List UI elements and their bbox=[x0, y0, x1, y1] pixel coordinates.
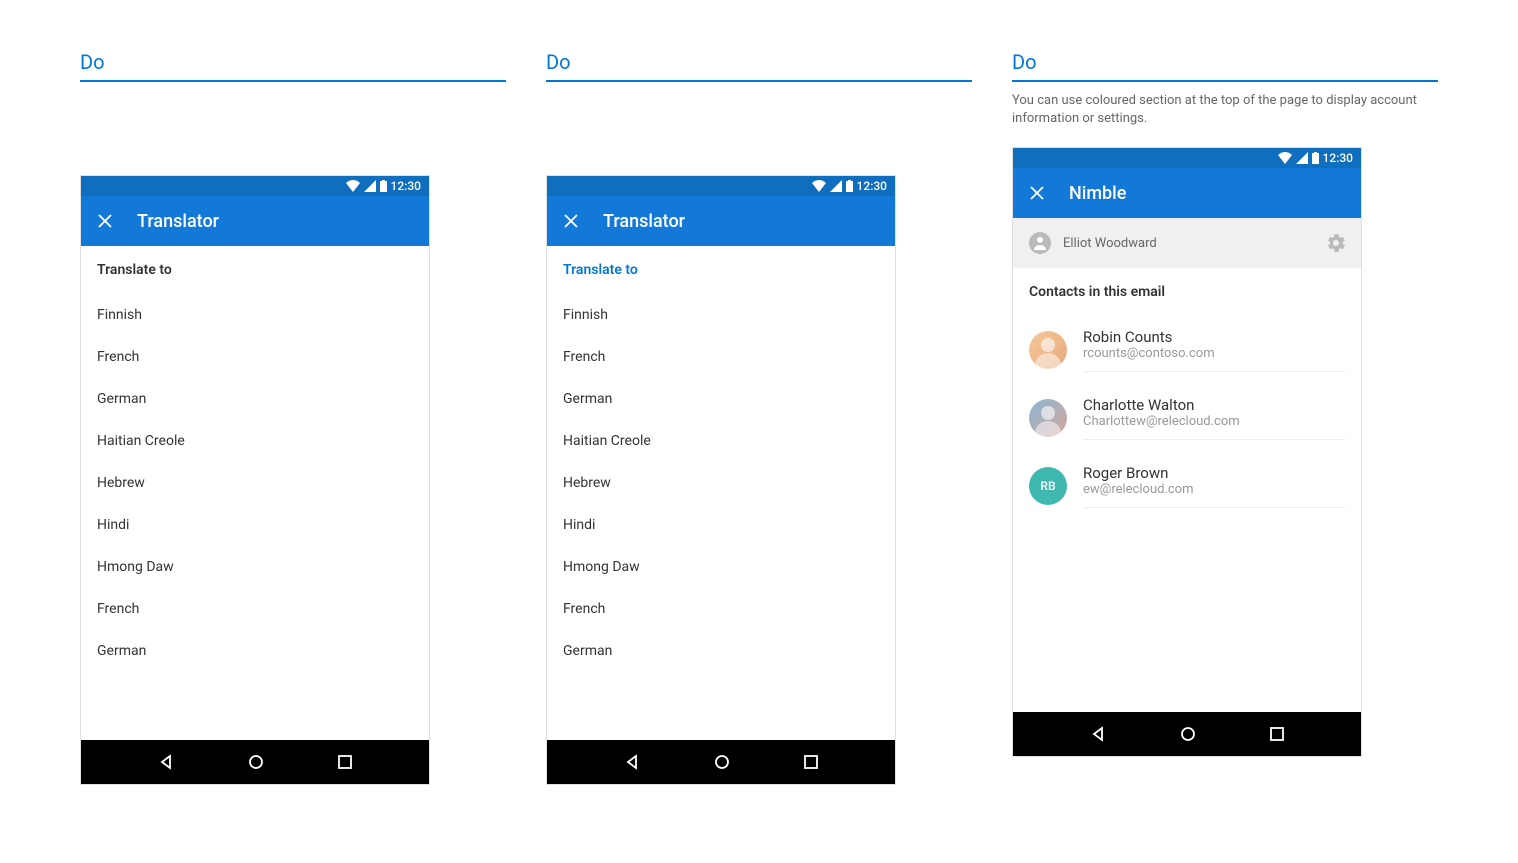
app-title: Translator bbox=[137, 211, 219, 232]
example-1-description bbox=[80, 92, 506, 160]
contact-avatar bbox=[1029, 331, 1067, 369]
contact-name: Roger Brown bbox=[1083, 464, 1345, 482]
language-item[interactable]: Finnish bbox=[81, 294, 429, 336]
language-item[interactable]: French bbox=[81, 336, 429, 378]
recent-button[interactable] bbox=[338, 755, 352, 769]
content-area: Translate to Finnish French German Haiti… bbox=[81, 246, 429, 740]
contact-name: Charlotte Walton bbox=[1083, 396, 1345, 414]
app-title: Translator bbox=[603, 211, 685, 232]
language-item[interactable]: Haitian Creole bbox=[81, 420, 429, 462]
contact-email: Charlottew@relecloud.com bbox=[1083, 414, 1345, 429]
language-item[interactable]: German bbox=[81, 378, 429, 420]
battery-icon bbox=[380, 180, 387, 192]
content-area: Contacts in this email Robin Counts rcou… bbox=[1013, 268, 1361, 712]
language-item[interactable]: Hmong Daw bbox=[547, 546, 895, 588]
close-icon[interactable] bbox=[97, 213, 113, 229]
status-bar: 12:30 bbox=[547, 176, 895, 196]
contact-info: Robin Counts rcounts@contoso.com bbox=[1083, 328, 1345, 372]
android-nav-bar bbox=[547, 740, 895, 784]
wifi-icon bbox=[1278, 152, 1292, 164]
battery-icon bbox=[846, 180, 853, 192]
section-header: Translate to bbox=[81, 246, 429, 294]
contact-item[interactable]: RB Roger Brown ew@relecloud.com bbox=[1013, 452, 1361, 520]
phone-mockup-1: 12:30 Translator Translate to Finnish Fr… bbox=[80, 175, 430, 785]
contact-info: Charlotte Walton Charlottew@relecloud.co… bbox=[1083, 396, 1345, 440]
section-header: Contacts in this email bbox=[1013, 268, 1361, 316]
contact-info: Roger Brown ew@relecloud.com bbox=[1083, 464, 1345, 508]
language-item[interactable]: German bbox=[81, 630, 429, 672]
phone-mockup-3: 12:30 Nimble Elliot Woodward Contacts in… bbox=[1012, 147, 1362, 757]
status-time: 12:30 bbox=[391, 179, 421, 193]
wifi-icon bbox=[346, 180, 360, 192]
language-item[interactable]: Hebrew bbox=[81, 462, 429, 504]
home-button[interactable] bbox=[248, 754, 264, 770]
person-icon bbox=[1029, 232, 1051, 254]
example-3-description: You can use coloured section at the top … bbox=[1012, 92, 1438, 132]
android-nav-bar bbox=[81, 740, 429, 784]
signal-icon bbox=[830, 180, 842, 192]
contact-avatar-initials: RB bbox=[1029, 467, 1067, 505]
section-header: Translate to bbox=[547, 246, 895, 294]
contact-avatar bbox=[1029, 399, 1067, 437]
example-2-description bbox=[546, 92, 972, 160]
contact-email: ew@relecloud.com bbox=[1083, 482, 1345, 497]
phone-mockup-2: 12:30 Translator Translate to Finnish Fr… bbox=[546, 175, 896, 785]
do-label: Do bbox=[546, 50, 972, 82]
account-name: Elliot Woodward bbox=[1063, 236, 1315, 251]
status-time: 12:30 bbox=[857, 179, 887, 193]
status-time: 12:30 bbox=[1323, 151, 1353, 165]
account-section[interactable]: Elliot Woodward bbox=[1013, 218, 1361, 268]
home-button[interactable] bbox=[1180, 726, 1196, 742]
contact-email: rcounts@contoso.com bbox=[1083, 346, 1345, 361]
example-1: Do 12:30 Translator Translate to Finnish… bbox=[80, 50, 506, 813]
signal-icon bbox=[364, 180, 376, 192]
example-3: Do You can use coloured section at the t… bbox=[1012, 50, 1438, 813]
battery-icon bbox=[1312, 152, 1319, 164]
app-bar: Translator bbox=[81, 196, 429, 246]
language-item[interactable]: Finnish bbox=[547, 294, 895, 336]
contact-name: Robin Counts bbox=[1083, 328, 1345, 346]
do-label: Do bbox=[1012, 50, 1438, 82]
contact-item[interactable]: Charlotte Walton Charlottew@relecloud.co… bbox=[1013, 384, 1361, 452]
language-item[interactable]: Hindi bbox=[81, 504, 429, 546]
signal-icon bbox=[1296, 152, 1308, 164]
status-bar: 12:30 bbox=[1013, 148, 1361, 168]
app-bar: Translator bbox=[547, 196, 895, 246]
language-item[interactable]: German bbox=[547, 630, 895, 672]
close-icon[interactable] bbox=[563, 213, 579, 229]
language-item[interactable]: German bbox=[547, 378, 895, 420]
language-item[interactable]: Hmong Daw bbox=[81, 546, 429, 588]
gear-icon[interactable] bbox=[1327, 234, 1345, 252]
status-bar: 12:30 bbox=[81, 176, 429, 196]
language-item[interactable]: Hebrew bbox=[547, 462, 895, 504]
language-item[interactable]: French bbox=[81, 588, 429, 630]
language-item[interactable]: French bbox=[547, 336, 895, 378]
do-label: Do bbox=[80, 50, 506, 82]
app-bar: Nimble bbox=[1013, 168, 1361, 218]
back-button[interactable] bbox=[1090, 726, 1106, 742]
home-button[interactable] bbox=[714, 754, 730, 770]
android-nav-bar bbox=[1013, 712, 1361, 756]
contact-item[interactable]: Robin Counts rcounts@contoso.com bbox=[1013, 316, 1361, 384]
recent-button[interactable] bbox=[1270, 727, 1284, 741]
app-title: Nimble bbox=[1069, 183, 1126, 204]
language-item[interactable]: Haitian Creole bbox=[547, 420, 895, 462]
language-item[interactable]: Hindi bbox=[547, 504, 895, 546]
back-button[interactable] bbox=[624, 754, 640, 770]
recent-button[interactable] bbox=[804, 755, 818, 769]
language-item[interactable]: French bbox=[547, 588, 895, 630]
content-area: Translate to Finnish French German Haiti… bbox=[547, 246, 895, 740]
example-2: Do 12:30 Translator Translate to Finnish… bbox=[546, 50, 972, 813]
wifi-icon bbox=[812, 180, 826, 192]
close-icon[interactable] bbox=[1029, 185, 1045, 201]
back-button[interactable] bbox=[158, 754, 174, 770]
